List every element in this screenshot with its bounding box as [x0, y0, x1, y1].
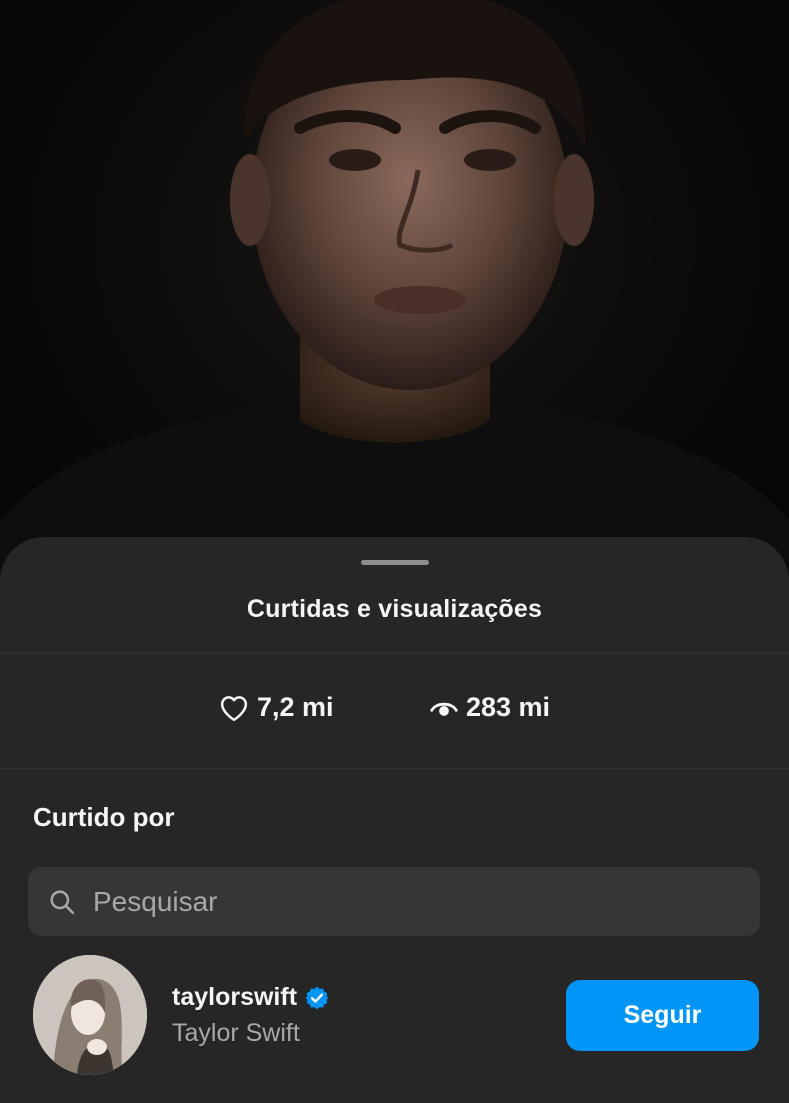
sheet-title: Curtidas e visualizações — [246, 595, 543, 623]
sheet-grabber-handle[interactable] — [361, 560, 429, 565]
username[interactable]: taylorswift — [172, 983, 297, 1012]
avatar[interactable] — [33, 955, 147, 1075]
eye-icon — [430, 702, 458, 716]
search-icon — [48, 888, 76, 916]
stats-row: 7,2 mi 283 mi — [0, 692, 789, 732]
heart-outline-icon — [220, 695, 248, 721]
screen: Curtidas e visualizações 7,2 mi 283 mi C… — [0, 0, 789, 1103]
video-background[interactable] — [0, 0, 789, 600]
views-count: 283 mi — [466, 692, 551, 722]
user-full-name: Taylor Swift — [172, 1019, 300, 1047]
follow-button[interactable]: Seguir — [566, 980, 759, 1051]
views-stat: 283 mi — [430, 692, 550, 723]
liked-by-user-row[interactable]: taylorswift Taylor Swift Seguir — [0, 953, 789, 1079]
likes-count: 7,2 mi — [257, 692, 334, 722]
liked-by-heading: Curtido por — [33, 802, 175, 832]
verified-badge-icon — [304, 985, 330, 1011]
search-input[interactable] — [93, 885, 760, 918]
search-bar[interactable] — [28, 867, 760, 936]
likes-stat: 7,2 mi — [219, 692, 334, 723]
likes-views-sheet: Curtidas e visualizações 7,2 mi 283 mi C… — [0, 537, 789, 1103]
divider — [0, 653, 789, 654]
username-line: taylorswift — [172, 983, 330, 1012]
divider — [0, 768, 789, 769]
video-frame-person — [0, 0, 789, 600]
